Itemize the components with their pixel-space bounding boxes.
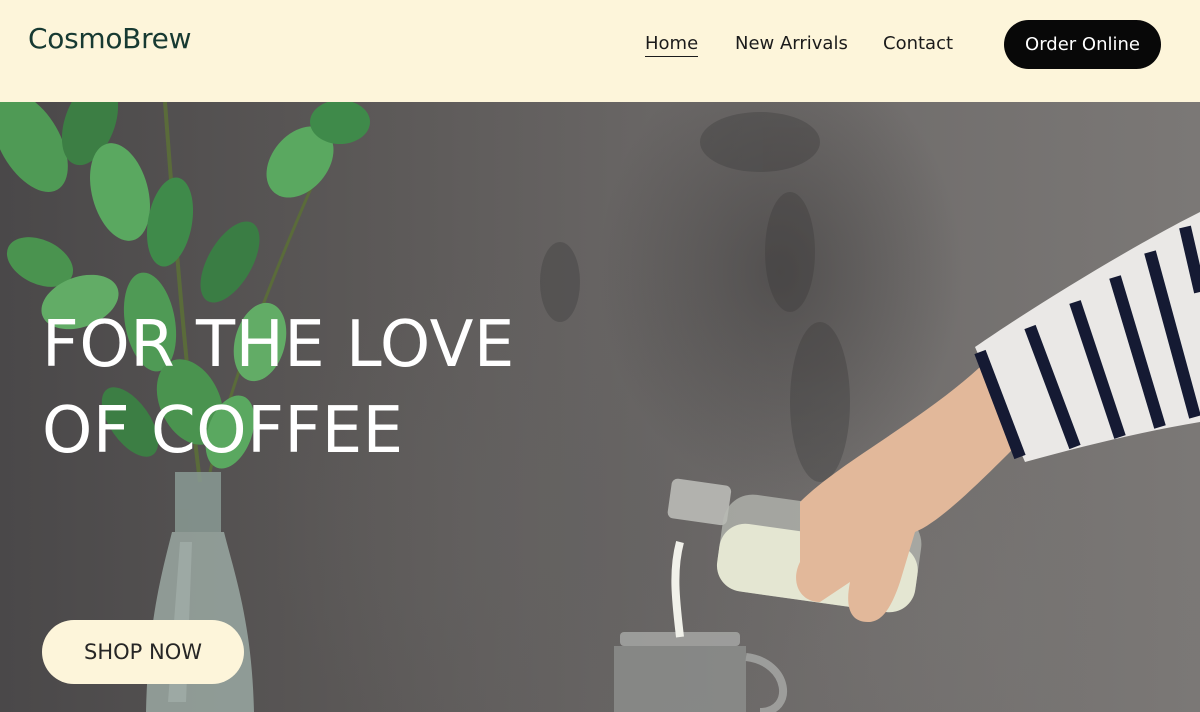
nav-link-new-arrivals[interactable]: New Arrivals bbox=[735, 33, 848, 54]
hero-headline-line-2: OF COFFEE bbox=[42, 394, 404, 468]
hero-section: FOR THE LOVE OF COFFEE SHOP NOW bbox=[0, 102, 1200, 712]
striped-sleeve bbox=[974, 212, 1200, 462]
nav-link-home[interactable]: Home bbox=[645, 33, 699, 57]
site-header: CosmoBrew Home New Arrivals Contact Orde… bbox=[0, 0, 1200, 102]
hero-headline: FOR THE LOVE OF COFFEE bbox=[42, 302, 515, 474]
brand-logo[interactable]: CosmoBrew bbox=[28, 22, 192, 55]
milk-stream bbox=[671, 540, 684, 638]
shop-now-button[interactable]: SHOP NOW bbox=[42, 620, 244, 684]
order-online-button[interactable]: Order Online bbox=[1004, 20, 1161, 69]
hero-headline-line-1: FOR THE LOVE bbox=[42, 308, 515, 382]
nav-link-contact[interactable]: Contact bbox=[883, 33, 953, 54]
glass-jar bbox=[614, 632, 787, 712]
